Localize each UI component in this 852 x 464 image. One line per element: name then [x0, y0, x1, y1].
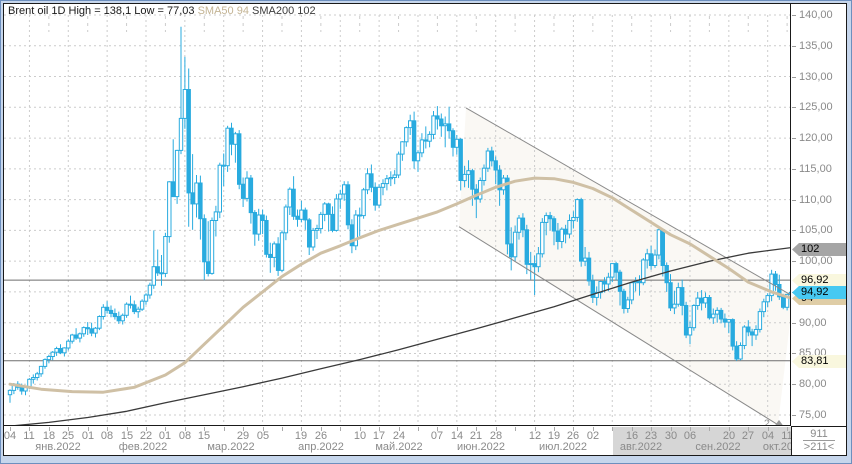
- price-tick-mark: [792, 353, 796, 354]
- price-tick-mark: [792, 107, 796, 108]
- price-tick-label: 120,00: [799, 131, 833, 145]
- price-tick-mark: [792, 230, 796, 231]
- time-axis-panel[interactable]: 0411182501081522010815290519261017240714…: [4, 427, 791, 455]
- time-tick-mark: [515, 427, 516, 431]
- month-label: апр.2022: [298, 441, 344, 453]
- price-tick-mark: [792, 46, 796, 47]
- price-tick-mark: [792, 77, 796, 78]
- time-tick-mark: [418, 427, 419, 431]
- bar-count-bottom: >211<: [804, 441, 834, 454]
- time-tick-label: 08: [101, 430, 113, 442]
- price-tick-label: 125,00: [799, 100, 833, 114]
- price-chart-plot[interactable]: 2 Brent oil 1D High = 138,1 Low = 77,03 …: [4, 4, 791, 426]
- time-tick-mark: [340, 427, 341, 431]
- time-tick-label: 05: [257, 430, 269, 442]
- bar-count-top: 911: [803, 428, 835, 441]
- price-tick-label: 80,00: [799, 377, 827, 391]
- time-tick-label: 30: [665, 430, 677, 442]
- time-tick-label: 08: [179, 430, 191, 442]
- time-tick-mark: [709, 427, 710, 431]
- price-tick-label: 75,00: [799, 408, 827, 422]
- price-tick-mark: [792, 15, 796, 16]
- month-label: май.2022: [375, 441, 422, 453]
- month-label: июн.2022: [457, 441, 505, 453]
- price-tick-label: 135,00: [799, 39, 833, 53]
- price-tag: 83,81: [792, 355, 846, 368]
- chart-title: Brent oil 1D High = 138,1 Low = 77,03 SM…: [8, 5, 316, 17]
- price-tick-label: 110,00: [799, 193, 832, 207]
- time-tick-label: 27: [742, 430, 754, 442]
- price-tick-mark: [792, 415, 796, 416]
- time-tick-label: 01: [82, 430, 94, 442]
- price-tick-mark: [792, 200, 796, 201]
- price-tag: 94,92: [792, 286, 846, 299]
- price-tick-mark: [792, 138, 796, 139]
- time-tick-mark: [224, 427, 225, 431]
- price-tick-label: 115,00: [799, 162, 832, 176]
- annotation-marker-label[interactable]: 2: [764, 418, 770, 426]
- chart-window-frame: 2 Brent oil 1D High = 138,1 Low = 77,03 …: [0, 0, 852, 464]
- time-tick-label: 04: [4, 430, 16, 442]
- month-label: окт.202: [763, 441, 791, 453]
- month-label: мар.2022: [207, 441, 254, 453]
- axis-corner-cell: 911 >211<: [791, 426, 846, 455]
- month-label: фев.2022: [119, 441, 168, 453]
- time-tick-label: 11: [23, 430, 34, 442]
- price-tag: 96,92: [792, 274, 846, 287]
- price-tick-mark: [792, 169, 796, 170]
- time-tick-label: 10: [354, 430, 366, 442]
- month-label: авг.2022: [620, 441, 662, 453]
- price-tick-label: 100,00: [799, 254, 833, 268]
- price-tick-mark: [792, 384, 796, 385]
- time-tick-label: 07: [431, 430, 443, 442]
- month-label: июл.2022: [539, 441, 587, 453]
- month-label: сен.2022: [695, 441, 740, 453]
- price-tick-label: 90,00: [799, 316, 827, 330]
- time-tick-label: 06: [684, 430, 696, 442]
- price-tick-label: 130,00: [799, 70, 833, 84]
- price-tick-mark: [792, 323, 796, 324]
- price-chart-canvas[interactable]: 2: [4, 4, 791, 426]
- price-tick-label: 140,00: [799, 8, 833, 22]
- sma200-legend: SMA200 102: [252, 5, 316, 17]
- sma50-legend: SMA50 94: [198, 5, 249, 17]
- chart-title-main: Brent oil 1D High = 138,1 Low = 77,03: [8, 5, 195, 17]
- price-axis-panel[interactable]: 140,00 135,00 130,00 125,00 120,00 115,00 110,…: [792, 4, 846, 426]
- chart-window: 2 Brent oil 1D High = 138,1 Low = 77,03 …: [3, 3, 847, 456]
- time-tick-mark: [282, 427, 283, 431]
- price-tick-label: 105,00: [799, 223, 833, 237]
- month-label: янв.2022: [35, 441, 80, 453]
- price-tag: 102: [792, 243, 846, 256]
- time-tick-label: 02: [587, 430, 599, 442]
- price-tick-mark: [792, 261, 796, 262]
- time-tick-mark: [612, 427, 613, 431]
